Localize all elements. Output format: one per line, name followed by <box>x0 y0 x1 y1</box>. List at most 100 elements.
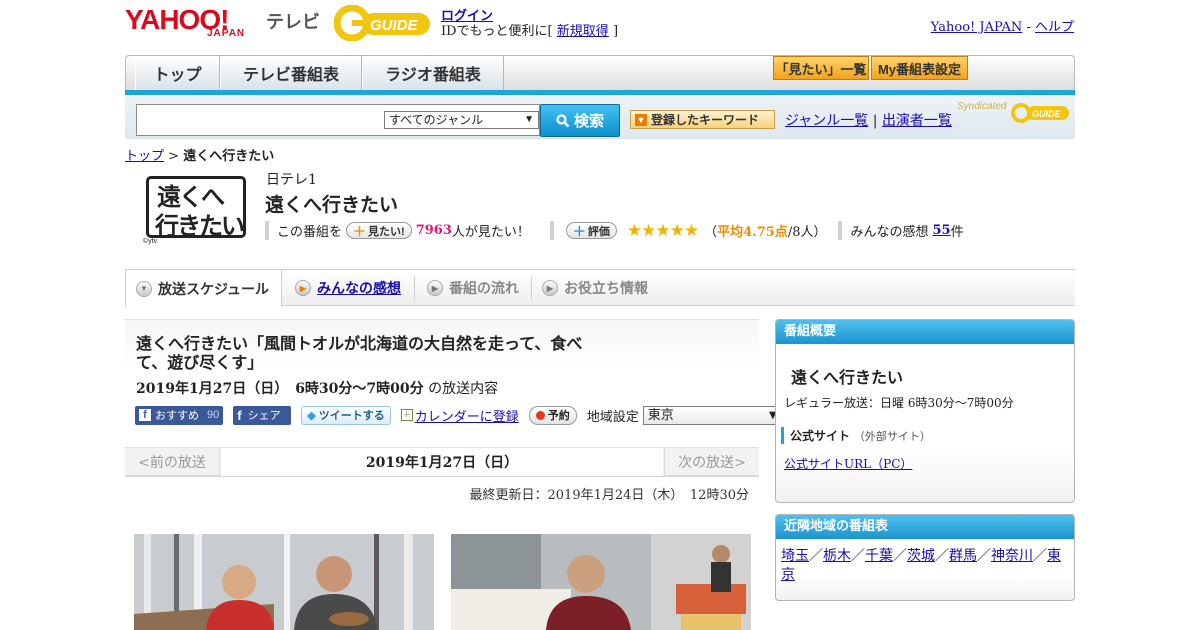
regular-broadcast-time: レギュラー放送：日曜 6時30分～7時00分 <box>784 396 1014 410</box>
mitai-suffix: 人が見たい！ <box>451 225 530 240</box>
region-link-ibaraki[interactable]: 茨城 <box>907 548 935 564</box>
episode-photo-2 <box>451 534 751 630</box>
mitai-count: 7963 <box>415 223 452 238</box>
region-separator: ／ <box>1033 548 1047 564</box>
region-label: 地域設定 <box>586 409 639 425</box>
last-updated: 最終更新日：2019年1月24日（木） 12時30分 <box>469 488 749 503</box>
facebook-recommend-count: 90 <box>207 409 220 421</box>
tab-label: 放送スケジュール <box>158 280 270 297</box>
top-right-links: Yahoo! JAPAN - ヘルプ <box>931 16 1074 35</box>
region-separator: ／ <box>851 548 865 564</box>
region-select[interactable]: 東京 ▼ <box>642 405 784 425</box>
tab-broadcast-schedule[interactable]: ▼ 放送スケジュール <box>125 270 282 307</box>
registered-keyword-button[interactable]: ▼ 登録したキーワード <box>630 110 775 129</box>
search-button-label: 検索 <box>573 113 604 130</box>
region-separator: ／ <box>893 548 907 564</box>
official-site-label: 公式サイト <box>790 429 851 443</box>
status-divider <box>838 221 843 240</box>
gguide-logo[interactable]: GUIDE <box>334 5 434 41</box>
tab-reviews[interactable]: ▶ みんなの感想 <box>285 270 413 306</box>
breadcrumb: トップ > 遠くへ行きたい <box>125 145 274 164</box>
reserve-button-label: 予約 <box>547 410 570 422</box>
calendar-register-link[interactable]: カレンダーに登録 <box>415 406 519 425</box>
tab-program-flow[interactable]: ▶ 番組の流れ <box>417 270 531 306</box>
genre-select[interactable]: すべてのジャンル ▼ <box>384 111 539 129</box>
nearby-regions-heading: 近隣地域の番組表 <box>776 515 1074 539</box>
tweet-button-label: ツイートする <box>318 410 385 422</box>
channel-name: 日テレ1 <box>266 172 317 188</box>
reviews-count-link[interactable]: 55 <box>932 223 950 238</box>
registered-keyword-label: 登録したキーワード <box>651 113 760 127</box>
this-program-label: この番組を <box>277 225 343 240</box>
calendar-icon: ＋ <box>400 409 413 421</box>
facebook-icon: f <box>237 407 242 423</box>
syndicated-label: Syndicated <box>957 101 1007 112</box>
mitai-list-button[interactable]: 「見たい」一覧 <box>773 56 869 80</box>
facebook-recommend-button[interactable]: f おすすめ 90 <box>135 405 224 425</box>
gguide-small-logo: GUIDE <box>1011 103 1069 123</box>
program-overview-heading: 番組概要 <box>776 320 1074 344</box>
dropdown-arrow-icon: ▼ <box>524 114 534 125</box>
facebook-recommend-label: おすすめ <box>155 410 199 422</box>
rating-count: /8人） <box>787 225 827 240</box>
episode-date-suffix: の放送内容 <box>428 381 499 397</box>
mitai-button[interactable]: ＋ 見たい! <box>346 222 412 239</box>
play-arrow-icon: ▶ <box>542 280 558 296</box>
twitter-bird-icon: ◆ <box>307 409 316 422</box>
program-status-bar: この番組を ＋ 見たい! 7963 人が見たい！ ＋ 評価 ★★★★★ （ 平均… <box>265 220 964 241</box>
episode-date: 2019年1月27日（日） 6時30分～7時00分 <box>136 381 424 397</box>
prev-broadcast-link[interactable]: <前の放送 <box>125 448 220 476</box>
performer-list-link[interactable]: 出演者一覧 <box>882 113 952 129</box>
genre-list-link[interactable]: ジャンル一覧 <box>785 113 868 129</box>
tab-useful-info[interactable]: ▶ お役立ち情報 <box>532 270 662 306</box>
region-link-tochigi[interactable]: 栃木 <box>823 548 851 564</box>
nav-tab-top[interactable]: トップ <box>135 56 220 90</box>
logo-credit: ©ytv <box>143 238 158 245</box>
link-separator: | <box>872 113 878 129</box>
tab-label[interactable]: みんなの感想 <box>317 278 401 298</box>
status-divider <box>265 221 269 240</box>
magnifier-icon <box>556 113 570 127</box>
rating-button[interactable]: ＋ 評価 <box>565 222 617 239</box>
tv-service-label[interactable]: テレビ <box>266 8 320 34</box>
yahoo-japan-logo-text: JAPAN <box>207 28 246 39</box>
plus-icon: ＋ <box>353 224 367 239</box>
nav-tab-tv-schedule[interactable]: テレビ番組表 <box>220 56 362 90</box>
register-link[interactable]: 新規取得 <box>557 24 609 39</box>
region-select-value: 東京 <box>647 407 674 423</box>
reserve-button[interactable]: 予約 <box>528 405 577 425</box>
search-button[interactable]: 検索 <box>540 104 620 137</box>
play-arrow-icon: ▶ <box>427 280 443 296</box>
rating-stars: ★★★★★ <box>626 220 699 241</box>
plus-icon: ＋ <box>572 224 586 239</box>
next-broadcast-link[interactable]: 次の放送> <box>664 448 759 476</box>
login-prompt-text: IDでもっと便利に[ <box>441 24 553 39</box>
nav-tab-radio-schedule[interactable]: ラジオ番組表 <box>362 56 504 90</box>
reviews-label: みんなの感想 <box>850 225 929 240</box>
help-link[interactable]: ヘルプ <box>1035 20 1074 35</box>
login-prompt: IDでもっと便利に[ 新規取得 ] <box>441 20 618 39</box>
tweet-button[interactable]: ◆ ツイートする <box>301 405 391 425</box>
facebook-share-label: シェア <box>247 410 281 422</box>
breadcrumb-top-link[interactable]: トップ <box>125 149 164 164</box>
triangle-down-icon: ▼ <box>635 114 647 126</box>
genre-select-value: すべてのジャンル <box>389 113 484 127</box>
rating-button-label: 評価 <box>587 225 610 238</box>
region-link-saitama[interactable]: 埼玉 <box>781 548 809 564</box>
region-link-kanagawa[interactable]: 神奈川 <box>991 548 1033 564</box>
facebook-share-button[interactable]: f シェア <box>233 405 292 425</box>
mitai-button-label: 見たい! <box>368 225 405 238</box>
tab-separator <box>414 276 415 300</box>
region-link-chiba[interactable]: 千葉 <box>865 548 893 564</box>
calendar-register[interactable]: ＋ カレンダーに登録 <box>400 406 519 425</box>
region-separator: ／ <box>977 548 991 564</box>
rating-open-paren: （ <box>704 225 718 240</box>
region-link-gunma[interactable]: 群馬 <box>949 548 977 564</box>
yahoo-japan-link[interactable]: Yahoo! JAPAN <box>931 20 1023 35</box>
my-schedule-settings-button[interactable]: My番組表設定 <box>871 56 968 80</box>
reviews-suffix: 件 <box>950 225 964 240</box>
status-divider <box>549 221 554 240</box>
official-site-url-link[interactable]: 公式サイトURL（PC） <box>784 455 912 472</box>
official-site-external-note: （外部サイト） <box>853 430 931 443</box>
pager-current-date: 2019年1月27日（日） <box>221 448 663 476</box>
